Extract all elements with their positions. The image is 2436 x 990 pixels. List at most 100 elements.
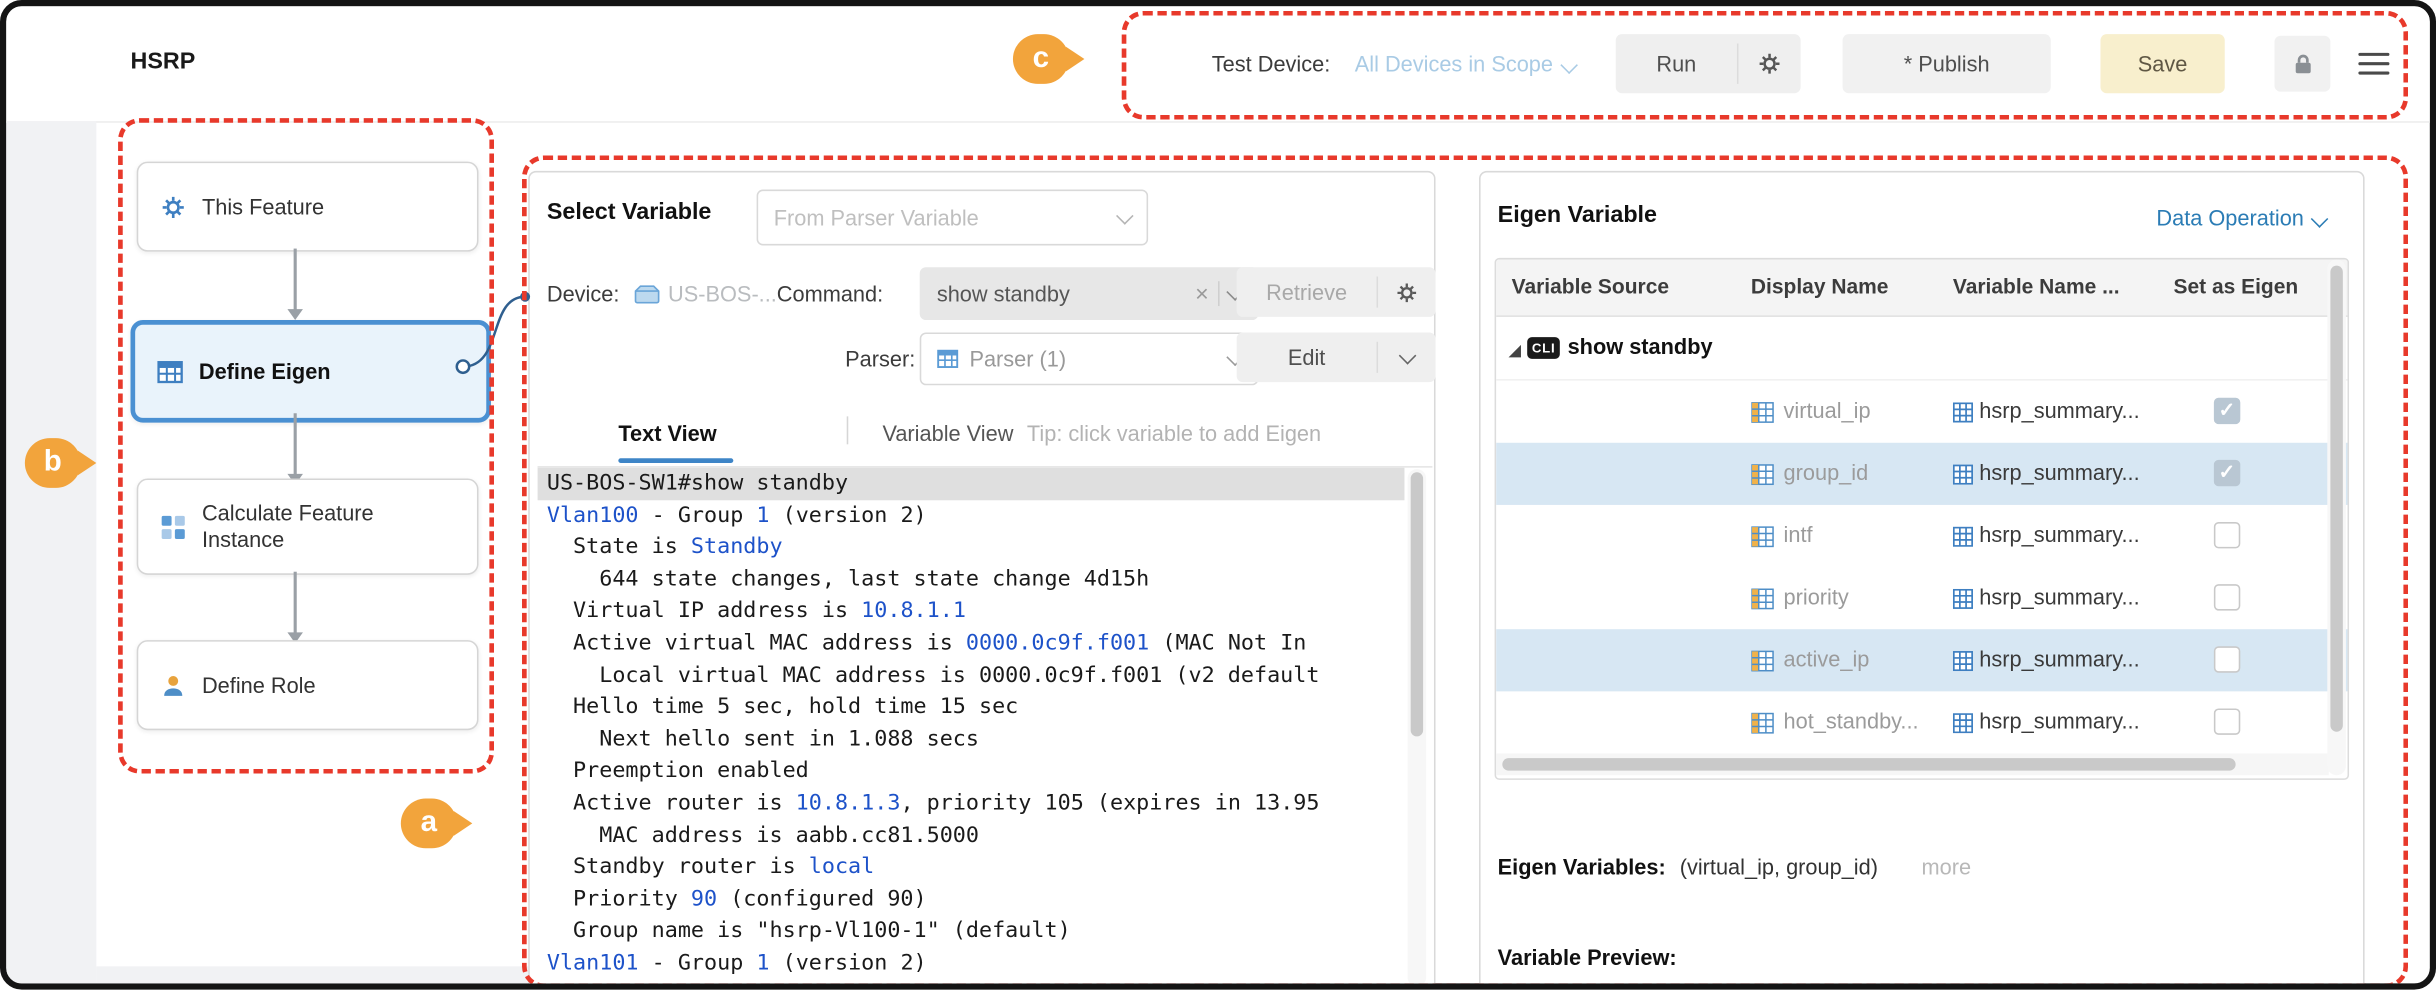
table-row[interactable]: hot_standby... hsrp_summary... [1496,691,2347,753]
table-horizontal-scrollbar[interactable] [1496,753,2329,775]
eigen-checkbox[interactable] [2214,584,2240,610]
grid-squares-icon [160,513,186,539]
table-grid-icon [1953,589,1973,609]
eigen-variables-value: (virtual_ip, group_id) [1680,854,1878,879]
eigen-checkbox[interactable] [2214,522,2240,548]
app-window: HSRP Test Device: All Devices in Scope R… [0,0,2436,990]
annotation-badge-b: b [25,438,81,488]
scrollbar-thumb[interactable] [1411,472,1423,736]
clear-icon[interactable]: × [1195,280,1209,306]
table-group-row[interactable]: CLI show standby [1496,317,2347,381]
lock-button[interactable] [2274,36,2330,92]
retrieve-button[interactable]: Retrieve [1237,267,1377,317]
row-variable-name: hsrp_summary... [1979,522,2139,547]
eigen-table: Variable Source Display Name Variable Na… [1495,258,2349,780]
sheet-icon [1751,649,1774,672]
table-row[interactable]: virtual_ip hsrp_summary... [1496,381,2347,443]
divider [847,416,849,444]
parser-label: Parser: [845,346,915,371]
sidebar-item-this-feature[interactable]: This Feature [137,162,479,252]
code-line: Virtual IP address is 10.8.1.1 [538,596,1405,628]
feature-gear-icon [160,193,186,219]
code-line: Priority 90 (configured 90) [538,884,1405,916]
row-variable-name: hsrp_summary... [1979,460,2139,485]
data-operation-dropdown[interactable]: Data Operation [2156,205,2325,230]
row-variable-name: hsrp_summary... [1979,708,2139,733]
parser-icon [937,348,959,370]
column-header: Set as Eigen [2173,275,2298,298]
role-person-icon [160,672,186,698]
parser-select[interactable]: Parser (1) [920,332,1259,385]
edit-more-button[interactable] [1378,332,1435,382]
eigen-checkbox[interactable] [2214,646,2240,672]
annotation-badge-a: a [401,799,457,849]
sidebar-item-calculate-feature-instance[interactable]: Calculate Feature Instance [137,479,479,575]
edit-button[interactable]: Edit [1237,332,1377,382]
run-button[interactable]: Run [1616,34,1737,93]
sheet-icon [1751,525,1774,548]
header-bar: HSRP Test Device: All Devices in Scope R… [6,6,2430,123]
row-variable-name: hsrp_summary... [1979,646,2139,671]
table-row[interactable]: intf hsrp_summary... [1496,505,2347,567]
page-title: HSRP [131,48,196,74]
tab-text-view[interactable]: Text View [618,421,716,446]
run-settings-button[interactable] [1738,34,1800,93]
table-row[interactable]: priority hsrp_summary... [1496,567,2347,629]
variable-source-select[interactable]: From Parser Variable [757,190,1149,246]
flow-connector [294,249,297,311]
sidebar-item-label: This Feature [202,193,324,219]
row-variable-name: hsrp_summary... [1979,584,2139,609]
row-display-name: intf [1784,522,1813,547]
more-link[interactable]: more [1921,854,1971,879]
publish-button[interactable]: * Publish [1843,34,2051,93]
retrieve-settings-button[interactable] [1378,267,1435,317]
test-device-label: Test Device: [1212,51,1330,76]
retrieve-button-group: Retrieve [1237,267,1436,317]
group-label: show standby [1568,334,1713,359]
sheet-icon [1751,712,1774,735]
chevron-down-icon [2311,210,2329,228]
chevron-down-icon [1116,206,1134,224]
cli-output[interactable]: US-BOS-SW1#show standbyVlan100 - Group 1… [538,466,1433,990]
code-vertical-scrollbar[interactable] [1408,469,1427,986]
code-line: 644 state changes, last state change 4d1… [538,564,1405,596]
device-label: Device: [547,281,620,306]
code-line: Local virtual MAC address is 0000.0c9f.f… [538,660,1405,692]
eigen-checkbox[interactable] [2214,708,2240,734]
sidebar-item-define-role[interactable]: Define Role [137,640,479,730]
row-display-name: hot_standby... [1784,708,1919,733]
device-icon [634,284,660,304]
collapse-triangle-icon[interactable] [1509,345,1521,357]
sidebar-item-define-eigen[interactable]: Define Eigen [131,320,491,423]
row-variable-name: hsrp_summary... [1979,398,2139,423]
test-device-select[interactable]: All Devices in Scope [1355,51,1575,76]
code-line: US-BOS-SW1#show standby [538,468,1405,500]
menu-button[interactable] [2358,47,2389,80]
table-vertical-scrollbar[interactable] [2327,259,2346,775]
code-line: Preemption enabled [538,756,1405,788]
device-value[interactable]: US-BOS-... [668,281,777,306]
column-header: Variable Source [1512,275,1669,298]
row-display-name: virtual_ip [1784,398,1871,423]
sidebar-item-label: Define Eigen [199,358,331,384]
annotation-badge-c: c [1013,34,1069,84]
code-line: MAC address is aabb.cc81.5000 [538,820,1405,852]
table-row[interactable]: active_ip hsrp_summary... [1496,629,2347,691]
left-gutter [6,121,96,983]
table-grid-icon [1953,651,1973,671]
tab-variable-view[interactable]: Variable View [882,421,1013,446]
save-button[interactable]: Save [2100,34,2224,93]
eigen-checkbox[interactable] [2214,460,2240,486]
scrollbar-thumb[interactable] [2330,266,2342,732]
menu-icon [2358,52,2389,56]
code-line: Vlan101 - Group 1 (version 2) [538,948,1405,980]
horizontal-scrollbar[interactable] [96,966,528,983]
table-row[interactable]: group_id hsrp_summary... [1496,443,2347,505]
eigen-variables-label: Eigen Variables: [1498,854,1666,879]
flow-connector [294,572,297,634]
table-grid-icon [1953,402,1973,422]
scrollbar-thumb[interactable] [1502,758,2235,770]
row-display-name: active_ip [1784,646,1870,671]
eigen-checkbox[interactable] [2214,398,2240,424]
command-select[interactable]: show standby × [920,267,1259,320]
